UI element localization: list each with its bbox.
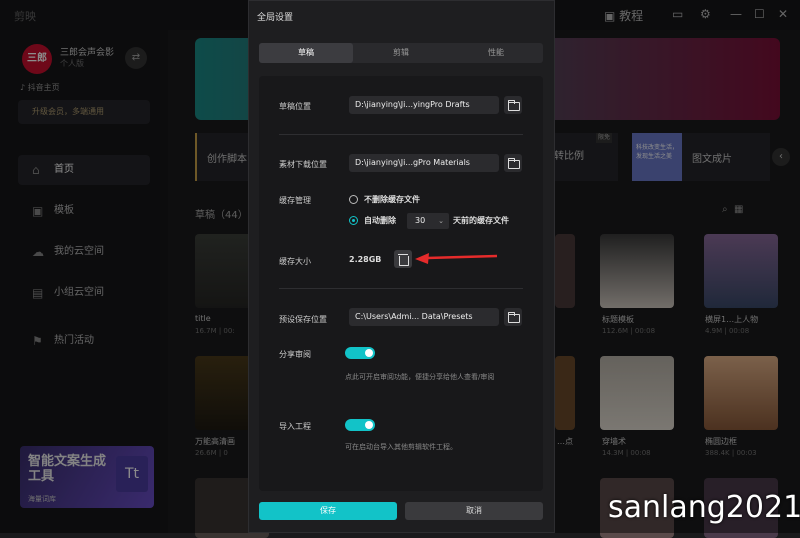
- share-review-toggle[interactable]: [345, 347, 375, 359]
- tab-performance[interactable]: 性能: [449, 43, 543, 63]
- cache-days-value: 30: [415, 216, 426, 225]
- cancel-button[interactable]: 取消: [405, 502, 543, 520]
- cache-days-select[interactable]: 30 ⌄: [407, 213, 449, 229]
- folder-icon[interactable]: [504, 154, 522, 172]
- divider: [279, 134, 523, 135]
- import-project-label: 导入工程: [279, 422, 311, 431]
- settings-tabs: 草稿 剪辑 性能: [259, 43, 543, 63]
- share-review-label: 分享审阅: [279, 350, 311, 359]
- draft-location-label: 草稿位置: [279, 102, 311, 111]
- cache-size-label: 缓存大小: [279, 257, 311, 266]
- share-review-hint: 点此可开启审阅功能，便捷分享给他人查看/审阅: [345, 373, 495, 381]
- folder-icon[interactable]: [504, 96, 522, 114]
- dialog-title: 全局设置: [257, 13, 294, 23]
- save-button[interactable]: 保存: [259, 502, 397, 520]
- cache-manage-label: 缓存管理: [279, 196, 311, 205]
- auto-delete-cache-radio[interactable]: [349, 216, 358, 225]
- trash-icon[interactable]: [394, 250, 412, 268]
- import-project-toggle[interactable]: [345, 419, 375, 431]
- global-settings-dialog: 全局设置 草稿 剪辑 性能 草稿位置 D:\jianying\Ji...ying…: [248, 0, 555, 533]
- material-location-input[interactable]: D:\jianying\Ji...gPro Materials: [349, 154, 499, 172]
- no-delete-cache-label: 不删除缓存文件: [364, 195, 420, 204]
- no-delete-cache-radio[interactable]: [349, 195, 358, 204]
- preset-location-input[interactable]: C:\Users\Admi... Data\Presets: [349, 308, 499, 326]
- tab-edit[interactable]: 剪辑: [354, 43, 448, 63]
- preset-location-label: 预设保存位置: [279, 315, 327, 324]
- arrow-annotation-icon: [415, 253, 498, 264]
- folder-icon[interactable]: [504, 308, 522, 326]
- auto-delete-label: 自动删除: [364, 216, 396, 225]
- divider: [279, 288, 523, 289]
- auto-delete-suffix: 天前的缓存文件: [453, 216, 509, 225]
- chevron-down-icon: ⌄: [438, 217, 444, 225]
- tab-draft[interactable]: 草稿: [259, 43, 353, 63]
- settings-panel: 草稿位置 D:\jianying\Ji...yingPro Drafts 素材下…: [259, 76, 543, 491]
- watermark: sanlang2021: [608, 490, 800, 525]
- material-location-label: 素材下载位置: [279, 160, 327, 169]
- draft-location-input[interactable]: D:\jianying\Ji...yingPro Drafts: [349, 96, 499, 114]
- cache-size-value: 2.28GB: [349, 255, 382, 264]
- import-project-hint: 可在启动台导入其他剪辑软件工程。: [345, 443, 457, 451]
